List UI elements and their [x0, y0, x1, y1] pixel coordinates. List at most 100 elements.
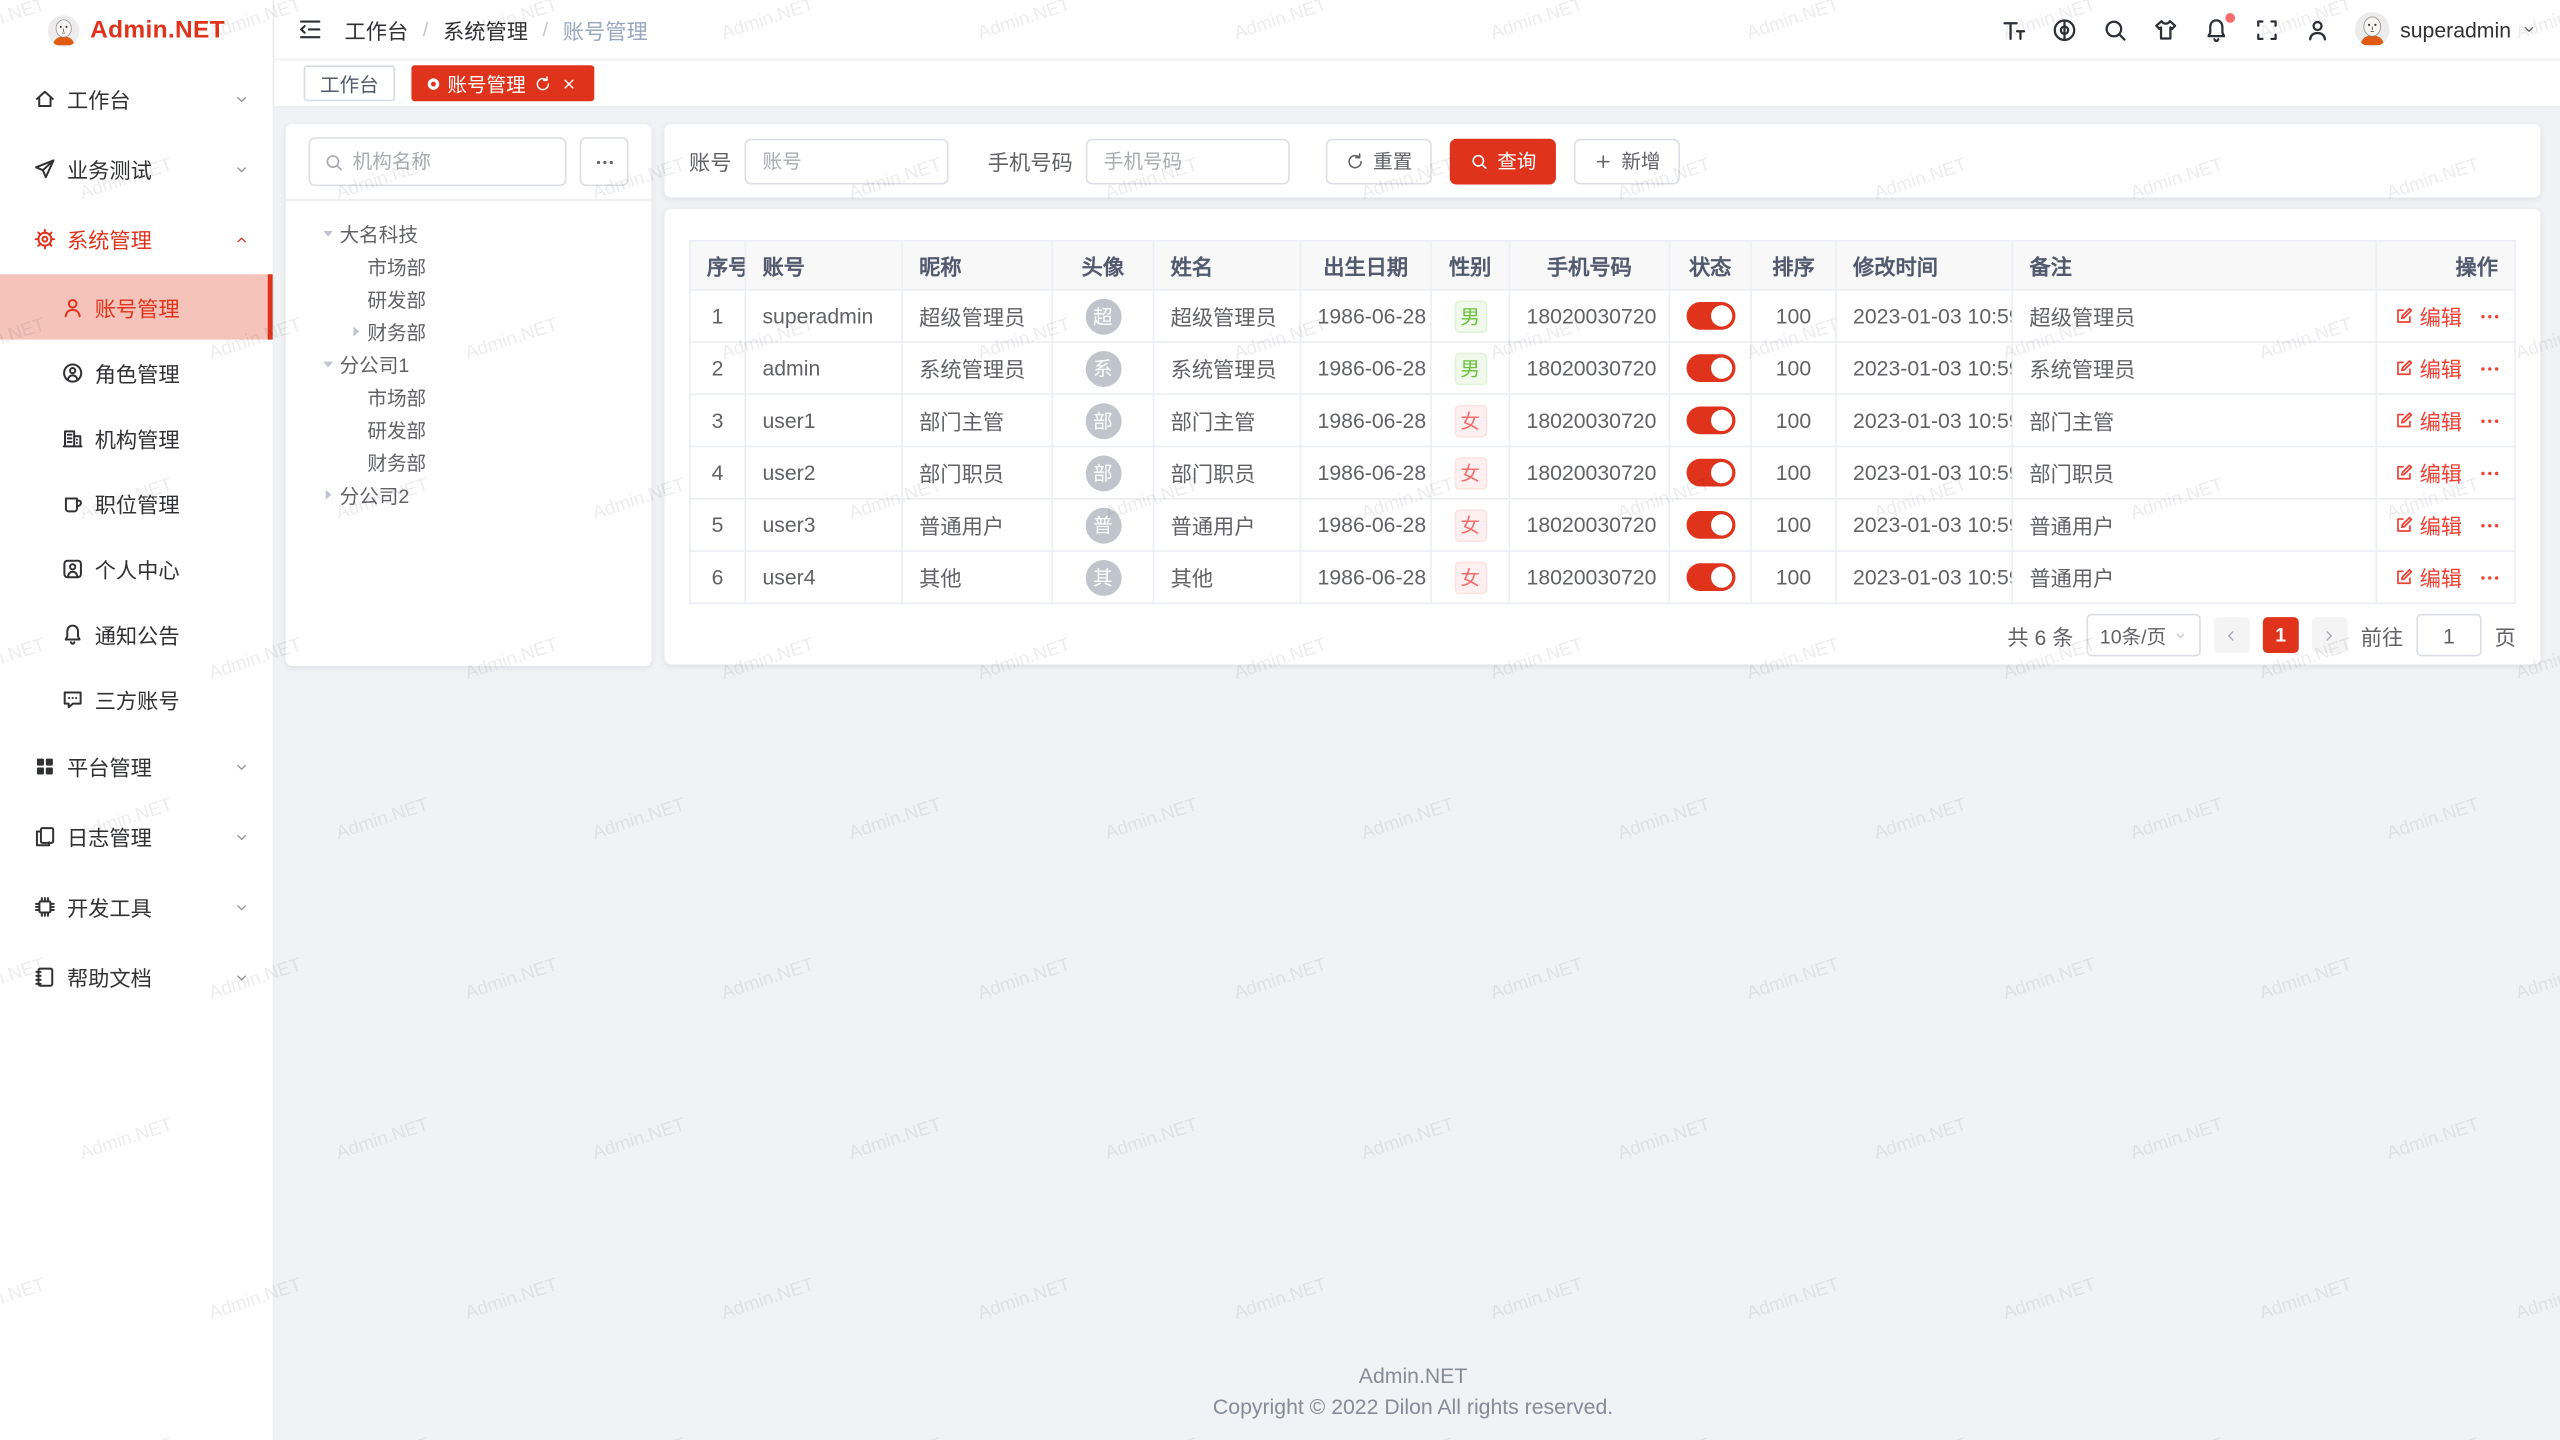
cell-actions: 编辑	[2376, 342, 2515, 394]
account-field[interactable]	[762, 149, 930, 172]
sidebar-item-log-mgmt[interactable]: 日志管理	[0, 802, 273, 872]
sidebar-item-role-mgmt[interactable]: 角色管理	[0, 340, 273, 405]
goto-page-input[interactable]	[2416, 614, 2481, 656]
reset-button[interactable]: 重置	[1326, 138, 1432, 184]
status-switch[interactable]	[1687, 563, 1736, 591]
close-icon[interactable]	[560, 74, 578, 92]
edit-button[interactable]: 编辑	[2393, 405, 2462, 436]
menu-fold-icon[interactable]	[297, 16, 323, 42]
tree-node-label: 分公司2	[340, 481, 410, 509]
next-page-button[interactable]	[2312, 617, 2348, 653]
cell-sort: 100	[1751, 551, 1836, 603]
status-switch[interactable]	[1687, 407, 1736, 435]
sidebar-item-help-docs[interactable]: 帮助文档	[0, 942, 273, 1012]
edit-button[interactable]: 编辑	[2393, 353, 2462, 384]
refresh-icon[interactable]	[534, 74, 552, 92]
profile-icon[interactable]	[2304, 16, 2332, 44]
edit-button[interactable]: 编辑	[2393, 562, 2462, 593]
gender-tag: 女	[1454, 509, 1487, 542]
org-search-field[interactable]	[353, 150, 552, 173]
sidebar-item-notice[interactable]: 通知公告	[0, 601, 273, 666]
page-size-select[interactable]: 10条/页	[2086, 614, 2200, 656]
org-search-input[interactable]	[309, 137, 567, 186]
status-switch[interactable]	[1687, 302, 1736, 330]
table-row[interactable]: 4user2部门职员部部门职员1986-06-28女18020030720100…	[690, 447, 2515, 499]
edit-button[interactable]: 编辑	[2393, 509, 2462, 540]
phone-label: 手机号码	[988, 145, 1073, 176]
row-more-button[interactable]	[2478, 513, 2501, 536]
sidebar-item-label: 开发工具	[67, 891, 152, 922]
table-row[interactable]: 3user1部门主管部部门主管1986-06-28女18020030720100…	[690, 394, 2515, 446]
font-size-icon[interactable]	[2000, 16, 2028, 44]
status-switch[interactable]	[1687, 459, 1736, 487]
row-more-button[interactable]	[2478, 357, 2501, 380]
logo[interactable]: Admin.NET	[0, 0, 273, 60]
row-more-button[interactable]	[2478, 304, 2501, 327]
tree-node[interactable]: 财务部	[286, 315, 652, 348]
sidebar-item-label: 职位管理	[95, 487, 180, 518]
tree-node[interactable]: 分公司1	[286, 348, 652, 381]
tree-node[interactable]: 市场部	[286, 380, 652, 413]
breadcrumb-item[interactable]: 账号管理	[563, 14, 648, 45]
sidebar-item-third-party-account[interactable]: 三方账号	[0, 666, 273, 731]
cell-nickname: 普通用户	[902, 499, 1052, 551]
cell-status	[1669, 499, 1751, 551]
caret-right-icon[interactable]	[318, 485, 338, 505]
cell-gender: 女	[1431, 499, 1509, 551]
row-more-button[interactable]	[2478, 566, 2501, 589]
sidebar-item-system-mgmt[interactable]: 系统管理	[0, 204, 273, 274]
sidebar-item-account-mgmt[interactable]: 账号管理	[0, 274, 273, 339]
search-icon[interactable]	[2101, 16, 2129, 44]
sidebar-item-platform-mgmt[interactable]: 平台管理	[0, 731, 273, 801]
sidebar-item-dev-tools[interactable]: 开发工具	[0, 872, 273, 942]
tree-node[interactable]: 研发部	[286, 413, 652, 446]
notification-icon[interactable]	[2203, 16, 2231, 44]
query-button[interactable]: 查询	[1450, 138, 1556, 184]
tab-item-1[interactable]: 账号管理	[411, 65, 594, 101]
tree-node[interactable]: 分公司2	[286, 478, 652, 511]
table-row[interactable]: 5user3普通用户普普通用户1986-06-28女18020030720100…	[690, 499, 2515, 551]
account-input[interactable]	[745, 138, 949, 184]
edit-button[interactable]: 编辑	[2393, 457, 2462, 488]
cell-phone: 18020030720	[1509, 447, 1669, 499]
status-switch[interactable]	[1687, 511, 1736, 539]
sidebar-item-business-test[interactable]: 业务测试	[0, 134, 273, 204]
tree-node[interactable]: 研发部	[286, 282, 652, 315]
sidebar-item-personal-center[interactable]: 个人中心	[0, 536, 273, 601]
table-row[interactable]: 6user4其他其其他1986-06-28女180200307201002023…	[690, 551, 2515, 603]
sidebar-item-position-mgmt[interactable]: 职位管理	[0, 470, 273, 535]
org-more-button[interactable]	[580, 137, 629, 186]
user-center-icon	[60, 556, 84, 580]
theme-icon[interactable]	[2152, 16, 2180, 44]
sidebar-item-org-mgmt[interactable]: 机构管理	[0, 405, 273, 470]
column-header-avatar: 头像	[1052, 241, 1153, 290]
user-menu[interactable]: superadmin	[2354, 11, 2537, 47]
breadcrumb-item[interactable]: 工作台	[344, 14, 408, 45]
phone-field[interactable]	[1104, 149, 1272, 172]
breadcrumb-item[interactable]: 系统管理	[443, 14, 528, 45]
chat-icon	[60, 687, 84, 711]
tab-item-0[interactable]: 工作台	[304, 65, 395, 101]
table-row[interactable]: 2admin系统管理员系系统管理员1986-06-28男180200307201…	[690, 342, 2515, 394]
edit-button[interactable]: 编辑	[2393, 300, 2462, 331]
row-more-button[interactable]	[2478, 461, 2501, 484]
caret-down-icon[interactable]	[318, 354, 338, 374]
language-icon[interactable]	[2051, 16, 2079, 44]
caret-down-icon[interactable]	[318, 224, 338, 244]
tree-node[interactable]: 市场部	[286, 250, 652, 283]
sidebar-item-workbench[interactable]: 工作台	[0, 64, 273, 134]
phone-input[interactable]	[1086, 138, 1290, 184]
cell-phone: 18020030720	[1509, 551, 1669, 603]
tree-node-label: 大名科技	[340, 220, 418, 248]
tree-node[interactable]: 财务部	[286, 446, 652, 479]
row-more-button[interactable]	[2478, 409, 2501, 432]
status-switch[interactable]	[1687, 354, 1736, 382]
add-button[interactable]: 新增	[1574, 138, 1680, 184]
caret-right-icon[interactable]	[346, 322, 366, 342]
edit-label: 编辑	[2420, 562, 2462, 593]
prev-page-button[interactable]	[2214, 617, 2250, 653]
page-1-button[interactable]: 1	[2263, 617, 2299, 653]
tree-node[interactable]: 大名科技	[286, 217, 652, 250]
table-row[interactable]: 1superadmin超级管理员超超级管理员1986-06-28男1802003…	[690, 290, 2515, 342]
fullscreen-icon[interactable]	[2253, 16, 2281, 44]
